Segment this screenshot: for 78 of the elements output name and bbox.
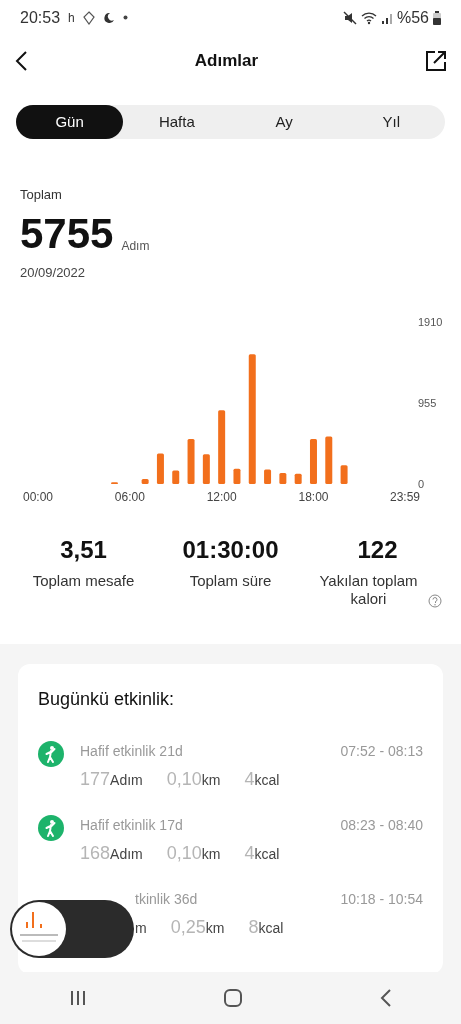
activity-time: 10:18 - 10:54 bbox=[340, 890, 423, 909]
y-tick-label: 0 bbox=[418, 478, 425, 490]
total-steps: 5755 bbox=[20, 212, 114, 255]
back-icon[interactable] bbox=[14, 51, 28, 71]
x-tick-label: 12:00 bbox=[206, 490, 237, 502]
chart-bar bbox=[294, 473, 302, 484]
battery-icon bbox=[433, 10, 441, 25]
stat-value: 01:30:00 bbox=[182, 535, 279, 565]
walking-icon bbox=[38, 815, 64, 841]
date-text: 20/09/2022 bbox=[20, 263, 87, 282]
chart-bar bbox=[279, 472, 287, 484]
home-icon[interactable] bbox=[224, 989, 243, 1007]
metric-value: 0,25 bbox=[170, 916, 206, 939]
activity-time: 07:52 - 08:13 bbox=[340, 742, 423, 761]
period-tab[interactable]: Gün bbox=[16, 105, 124, 139]
mute-icon bbox=[342, 10, 357, 25]
chart-bar bbox=[233, 468, 241, 484]
stat-label: Toplam mesafe bbox=[32, 572, 135, 590]
period-tab[interactable]: Ay bbox=[230, 105, 338, 139]
back-icon[interactable] bbox=[380, 989, 393, 1007]
dot-icon bbox=[122, 15, 128, 20]
metric-unit: kcal bbox=[258, 919, 284, 938]
steps-unit: Adım bbox=[121, 237, 150, 255]
total-label: Toplam bbox=[20, 186, 63, 204]
chart-bar bbox=[340, 465, 348, 484]
metric-unit: km bbox=[201, 771, 221, 790]
period-tab[interactable]: Hafta bbox=[123, 105, 231, 139]
chart-bar bbox=[187, 439, 195, 484]
status-glyph: h bbox=[68, 9, 75, 27]
recent-apps-icon[interactable] bbox=[68, 990, 87, 1006]
walking-icon bbox=[38, 741, 64, 767]
y-tick-label: 955 bbox=[418, 397, 437, 409]
x-tick-label: 23:59 bbox=[390, 490, 420, 502]
metric-unit: m bbox=[135, 919, 147, 938]
battery-percent: %56 bbox=[396, 7, 429, 28]
x-tick-label: 06:00 bbox=[114, 490, 145, 502]
floating-window[interactable] bbox=[10, 900, 134, 958]
metric-value: 177 bbox=[80, 768, 111, 791]
metric-unit: km bbox=[201, 845, 221, 864]
activity-title: Hafif etkinlik 17d bbox=[80, 816, 183, 835]
chart-bar bbox=[310, 439, 317, 484]
wifi-icon bbox=[360, 10, 377, 25]
status-time: 20:53 bbox=[20, 7, 61, 28]
signal-icon bbox=[380, 11, 393, 24]
page-title: Adımlar bbox=[194, 50, 259, 73]
tag-icon bbox=[82, 10, 95, 25]
metric-value: 4 bbox=[244, 842, 255, 865]
share-icon[interactable] bbox=[425, 50, 447, 72]
chart-bar bbox=[202, 454, 210, 484]
x-tick-label: 18:00 bbox=[298, 490, 329, 502]
moon-icon bbox=[102, 11, 115, 24]
stat-value: 3,51 bbox=[60, 535, 107, 565]
metric-value: 168 bbox=[80, 842, 111, 865]
metric-unit: Adım bbox=[110, 845, 143, 864]
activity-title: Hafif etkinlik 21d bbox=[80, 742, 183, 761]
activity-time: 08:23 - 08:40 bbox=[340, 816, 423, 835]
x-tick-label: 00:00 bbox=[23, 490, 53, 502]
chart-bar bbox=[264, 469, 272, 484]
period-tab[interactable]: Yıl bbox=[337, 105, 445, 139]
help-icon[interactable] bbox=[427, 594, 442, 608]
metric-unit: Adım bbox=[110, 771, 143, 790]
activity-title: tkinlik 36d bbox=[135, 890, 198, 909]
metric-value: 0,10 bbox=[166, 842, 202, 865]
metric-unit: kcal bbox=[254, 771, 280, 790]
stat-value: 122 bbox=[357, 535, 398, 565]
stat-label: Yakılan toplam kalori bbox=[318, 572, 419, 608]
metric-value: 0,10 bbox=[166, 768, 202, 791]
metric-unit: km bbox=[205, 919, 225, 938]
chart-bar bbox=[325, 436, 333, 484]
metric-value: 8 bbox=[248, 916, 259, 939]
y-tick-label: 1910 bbox=[418, 316, 443, 328]
metric-value: 4 bbox=[244, 768, 255, 791]
metric-unit: kcal bbox=[254, 845, 280, 864]
chart-bar bbox=[156, 453, 164, 484]
stat-label: Toplam süre bbox=[189, 572, 272, 590]
chart-bar bbox=[141, 478, 149, 484]
chart-bar bbox=[172, 470, 180, 484]
activity-heading: Bugünkü etkinlik: bbox=[38, 688, 176, 711]
